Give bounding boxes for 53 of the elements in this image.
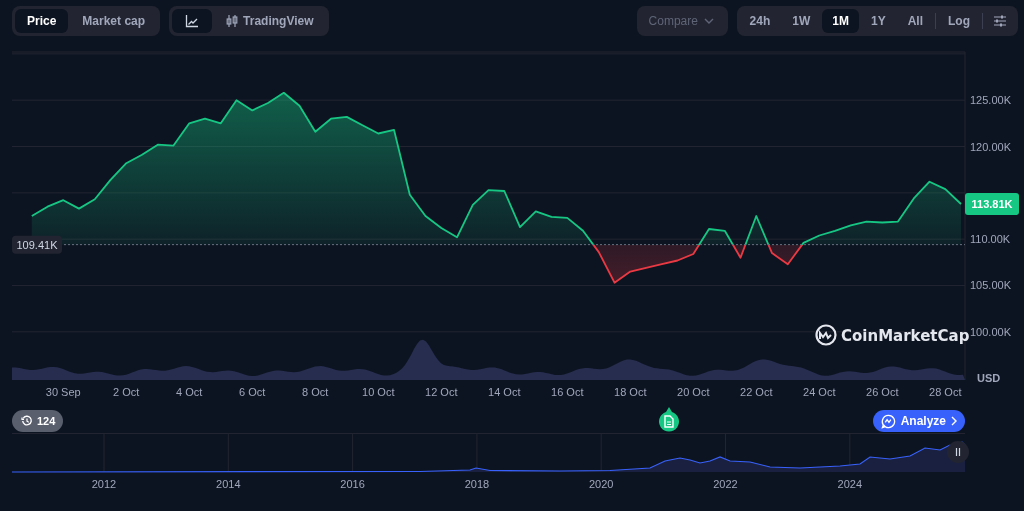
- range-handle[interactable]: [947, 441, 969, 463]
- x-axis-label: 22 Oct: [740, 386, 773, 398]
- view-tab[interactable]: Price: [15, 9, 69, 33]
- chevron-right-icon: [951, 416, 957, 426]
- x-axis-label: 8 Oct: [302, 386, 329, 398]
- year-label: 2022: [713, 478, 738, 490]
- view-tab[interactable]: Market cap: [70, 9, 158, 33]
- brand-logo-icon: [815, 324, 837, 346]
- x-axis-label: 14 Oct: [488, 386, 521, 398]
- history-count: 124: [37, 415, 56, 427]
- currency-label: USD: [977, 372, 1001, 384]
- ref-line-label: 109.41K: [16, 238, 59, 251]
- x-axis-label: 2 Oct: [113, 386, 140, 398]
- y-axis-label: 105.00K: [970, 279, 1011, 292]
- time-range-tab[interactable]: 1Y: [860, 9, 896, 33]
- chevron-down-icon: [703, 18, 714, 24]
- x-axis-label: 4 Oct: [176, 386, 203, 398]
- analyze-icon: [880, 413, 896, 429]
- year-label: 2016: [340, 478, 365, 490]
- x-axis-label: 30 Sep: [45, 386, 81, 398]
- brand-name: CoinMarketCap: [841, 327, 970, 345]
- year-label: 2018: [464, 478, 490, 490]
- candles-icon: [226, 15, 239, 27]
- time-range-tab[interactable]: 1W: [782, 9, 821, 33]
- y-axis-label: 110.00K: [970, 233, 1011, 246]
- year-label: 2014: [216, 478, 241, 490]
- x-axis-label: 6 Oct: [239, 386, 266, 398]
- time-range-tab[interactable]: All: [897, 9, 933, 33]
- year-label: 2012: [91, 478, 117, 490]
- year-label: 2024: [837, 478, 863, 490]
- y-axis-label: 125.00K: [970, 94, 1011, 107]
- current-price-tag: 113.81K: [965, 192, 1019, 215]
- log-scale-toggle[interactable]: Log: [938, 9, 980, 33]
- analyze-button[interactable]: Analyze: [872, 410, 965, 432]
- time-range-tab[interactable]: 1M: [822, 9, 859, 33]
- x-axis-label: 20 Oct: [677, 386, 710, 398]
- x-axis-label: 10 Oct: [362, 386, 395, 398]
- y-axis-label: 100.00K: [970, 325, 1011, 338]
- history-badge[interactable]: 124: [12, 410, 64, 432]
- settings-icon: [993, 14, 1007, 28]
- x-axis-label: 24 Oct: [803, 386, 836, 398]
- x-axis-label: 26 Oct: [866, 386, 899, 398]
- x-axis-label: 12 Oct: [425, 386, 458, 398]
- line-chart-icon: [185, 14, 200, 28]
- line-chart-tab[interactable]: [172, 9, 213, 33]
- year-label: 2020: [588, 478, 614, 490]
- time-range-tab[interactable]: 24h: [739, 9, 781, 33]
- baseline-price-tag: 109.41K: [12, 235, 62, 254]
- y-axis-label: 120.00K: [970, 140, 1011, 153]
- x-axis-label: 16 Oct: [551, 386, 584, 398]
- x-axis-label: 18 Oct: [614, 386, 647, 398]
- history-icon: [21, 415, 33, 427]
- x-axis-label: 28 Oct: [929, 386, 962, 398]
